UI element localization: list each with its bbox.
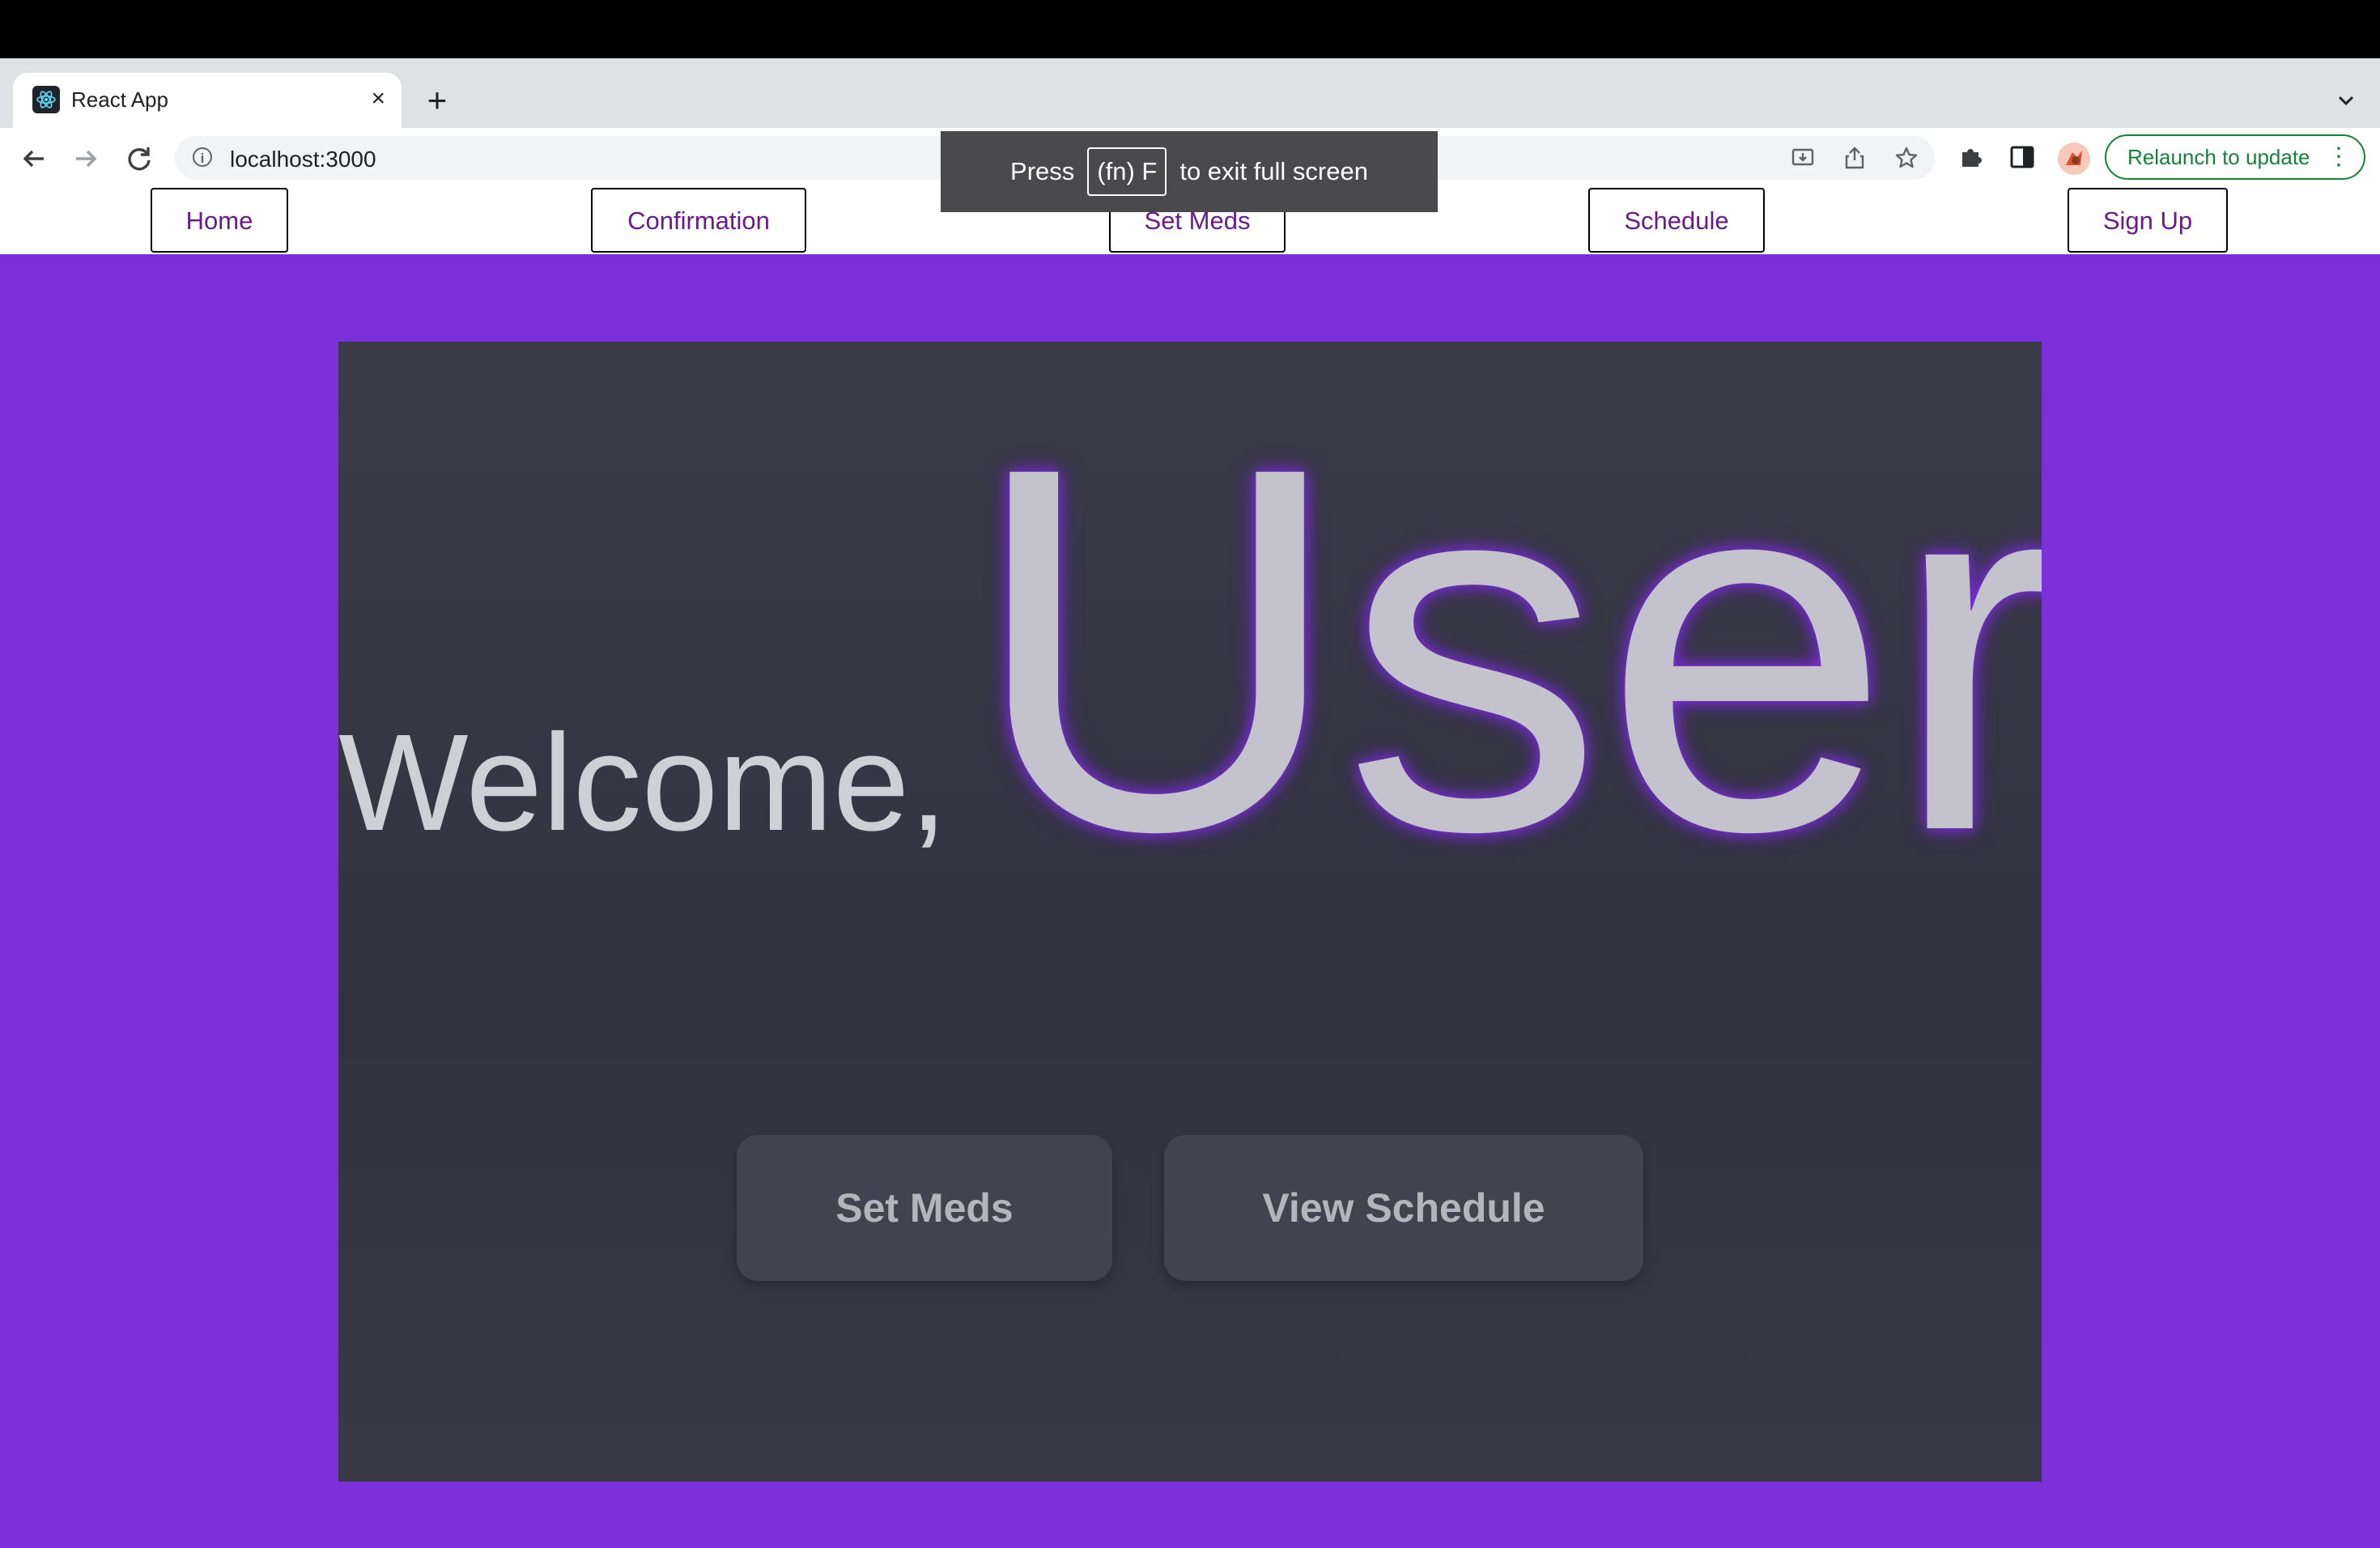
more-vert-icon[interactable]: ⋮ bbox=[2327, 136, 2351, 178]
address-url[interactable]: localhost:3000 bbox=[230, 147, 376, 172]
back-arrow-icon[interactable] bbox=[16, 141, 52, 176]
side-panel-icon[interactable] bbox=[2008, 142, 2037, 172]
tab-search-chevron-icon[interactable] bbox=[2330, 84, 2362, 117]
star-icon[interactable] bbox=[1894, 146, 1919, 170]
tab-title: React App bbox=[71, 87, 168, 112]
reload-icon[interactable] bbox=[121, 141, 157, 176]
forward-arrow-icon[interactable] bbox=[68, 141, 104, 176]
view-schedule-button[interactable]: View Schedule bbox=[1164, 1135, 1643, 1281]
extensions-icon[interactable] bbox=[1957, 142, 1987, 172]
browser-tabstrip: React App × + bbox=[0, 58, 2380, 128]
info-icon[interactable]: i bbox=[193, 147, 212, 167]
share-icon[interactable] bbox=[1842, 146, 1867, 170]
tab-close-icon[interactable]: × bbox=[371, 84, 385, 113]
nav-confirmation-button[interactable]: Confirmation bbox=[591, 188, 806, 253]
toast-press-text: Press bbox=[1010, 157, 1075, 185]
screen-top-bar bbox=[0, 0, 2380, 58]
install-icon[interactable] bbox=[1791, 146, 1815, 170]
new-tab-icon[interactable]: + bbox=[421, 83, 453, 117]
set-meds-button[interactable]: Set Meds bbox=[737, 1135, 1112, 1281]
welcome-text: Welcome, bbox=[338, 706, 948, 860]
nav-home-button[interactable]: Home bbox=[151, 188, 288, 253]
toast-key-hint: (fn) F bbox=[1087, 147, 1167, 196]
fullscreen-exit-toast: Press (fn) F to exit full screen bbox=[941, 131, 1438, 212]
user-name-text: User bbox=[970, 359, 2042, 938]
relaunch-label: Relaunch to update bbox=[2127, 145, 2310, 169]
relaunch-to-update-button[interactable]: Relaunch to update ⋮ bbox=[2105, 134, 2365, 180]
welcome-card: Welcome, User Set Meds View Schedule bbox=[338, 342, 2042, 1482]
nav-schedule-button[interactable]: Schedule bbox=[1588, 188, 1765, 253]
react-favicon-icon bbox=[32, 86, 60, 113]
nav-sign-up-button[interactable]: Sign Up bbox=[2068, 188, 2228, 253]
toast-suffix-text: to exit full screen bbox=[1179, 157, 1368, 185]
browser-tab-react-app[interactable]: React App × bbox=[13, 73, 402, 128]
profile-avatar[interactable] bbox=[2058, 142, 2090, 175]
